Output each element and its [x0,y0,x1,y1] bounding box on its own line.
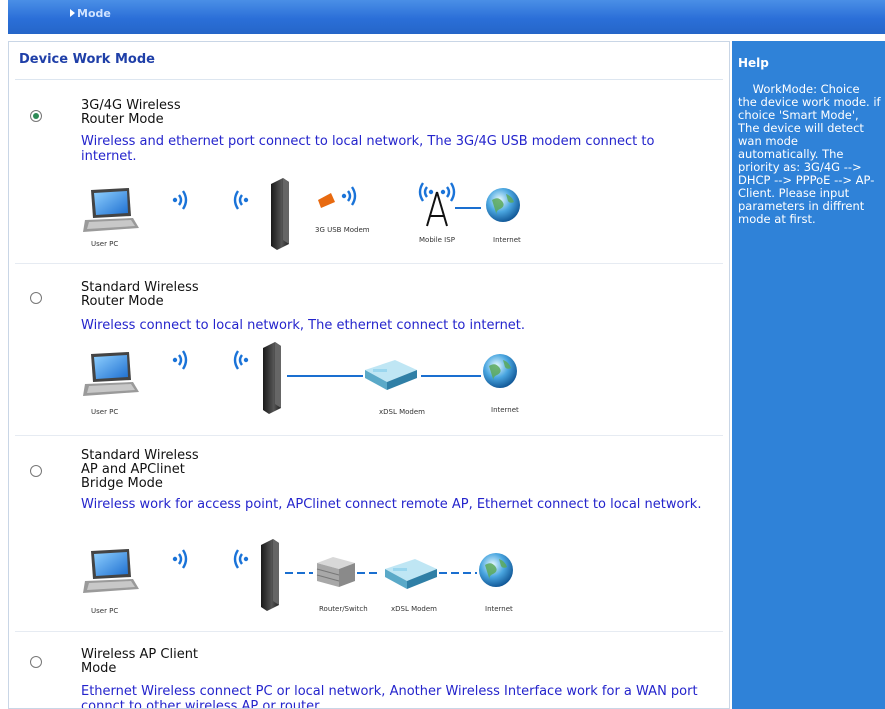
triangle-right-icon [70,9,75,17]
mode-description: Wireless and ethernet port connect to lo… [81,134,655,164]
device-work-mode-panel: Device Work Mode 3G/4G Wireless Router Mo… [8,41,730,709]
mode-name-line2: AP and APClinet [81,462,185,477]
divider [15,631,723,632]
mode-name-line1: 3G/4G Wireless [81,98,181,113]
breadcrumb[interactable]: Mode [70,7,111,20]
wifi-waves-icon [439,181,456,203]
mode-option-3g4g-router: 3G/4G Wireless Router Mode Wireless and e… [9,96,729,256]
caption-user-pc: User PC [91,607,119,615]
caption-internet: Internet [493,236,521,244]
laptop-icon [83,188,139,232]
divider [15,263,723,264]
mode-radio-ap-bridge[interactable] [30,465,42,477]
wireless-router-icon [271,178,289,250]
wifi-waves-icon [233,548,250,570]
mode-description: Ethernet Wireless connect PC or local ne… [81,684,698,709]
caption-mobile-isp: Mobile ISP [419,236,455,244]
network-diagram: User PC Router/Switch xDSL Modem Interne… [81,535,541,615]
wifi-waves-icon [171,548,188,570]
caption-internet: Internet [491,406,519,414]
mode-radio-ap-client[interactable] [30,656,42,668]
wireless-router-icon [263,342,281,414]
diagram-graphic [83,539,513,611]
divider [15,79,723,80]
mode-option-standard-router: Standard Wireless Router Mode Wireless co… [9,280,729,430]
caption-xdsl-modem: xDSL Modem [391,605,437,613]
mode-description: Wireless work for access point, APClinet… [81,497,702,512]
mode-option-ap-client: Wireless AP Client Mode Ethernet Wireless… [9,646,729,709]
top-bar: Mode [8,0,885,34]
wireless-router-icon [261,539,279,611]
globe-icon [486,188,520,222]
mode-radio-standard-router[interactable] [30,292,42,304]
network-diagram: User PC 3G USB Modem Mobile ISP Internet [81,178,541,250]
help-panel: Help WorkMode: Choice the device work mo… [732,41,885,709]
mode-name-line1: Wireless AP Client [81,647,199,662]
breadcrumb-label: Mode [77,7,111,20]
antenna-tower-icon [426,191,448,227]
mode-name-line1: Standard Wireless [81,448,199,463]
mode-name: 3G/4G Wireless Router Mode [81,99,181,127]
laptop-icon [83,549,139,593]
wifi-waves-icon [233,189,250,211]
mode-description: Wireless connect to local network, The e… [81,318,526,333]
divider [15,435,723,436]
globe-icon [483,354,517,388]
wifi-waves-icon [233,349,250,371]
mode-name-line2: Router Mode [81,112,164,127]
mode-name-line2: Mode [81,661,117,676]
mode-name-line1: Standard Wireless [81,280,199,295]
help-title: Help [738,56,769,70]
diagram-graphic [83,342,517,414]
network-diagram: User PC xDSL Modem Internet [81,340,541,416]
caption-internet: Internet [485,605,513,613]
diagram-graphic [83,178,520,250]
xdsl-modem-icon [385,559,437,589]
xdsl-modem-icon [365,360,417,390]
mode-option-ap-bridge: Standard Wireless AP and APClinet Bridge M… [9,447,729,627]
wifi-waves-icon [418,181,435,203]
wifi-waves-icon [340,185,357,207]
caption-router-switch: Router/Switch [319,605,368,613]
globe-icon [479,553,513,587]
caption-user-pc: User PC [91,408,119,416]
caption-user-pc: User PC [91,240,119,248]
panel-title: Device Work Mode [19,52,155,67]
mode-name: Standard Wireless AP and APClinet Bridge M… [81,449,199,491]
mode-radio-3g4g-router[interactable] [30,110,42,122]
caption-3g-usb-modem: 3G USB Modem [315,226,370,234]
wifi-waves-icon [171,349,188,371]
mode-name-line3: Bridge Mode [81,476,163,491]
laptop-icon [83,352,139,396]
mode-name-line2: Router Mode [81,294,164,309]
wifi-waves-icon [171,189,188,211]
mode-name: Standard Wireless Router Mode [81,281,199,309]
usb-modem-icon [318,193,335,208]
router-switch-icon [316,556,356,588]
mode-name: Wireless AP Client Mode [81,648,198,676]
caption-xdsl-modem: xDSL Modem [379,408,425,416]
help-text: WorkMode: Choice the device work mode. i… [738,82,881,226]
